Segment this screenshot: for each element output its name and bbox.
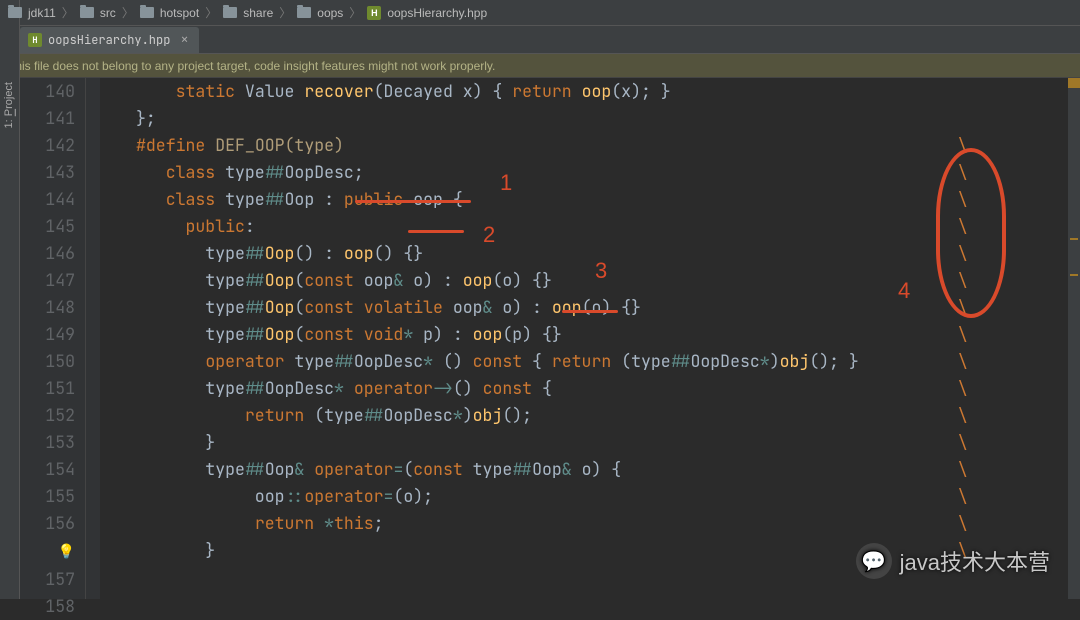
line-number[interactable]: 152	[20, 402, 75, 429]
code-line[interactable]: type##Oop(const void* p) : oop(p) {} \	[136, 321, 1080, 348]
line-number[interactable]: 145	[20, 213, 75, 240]
tab-filename: oopsHierarchy.hpp	[48, 32, 170, 48]
breadcrumb-item[interactable]: jdk11	[28, 6, 56, 20]
line-number[interactable]: 149	[20, 321, 75, 348]
annotation-underline-1	[355, 200, 471, 203]
breadcrumb-separator: 〉	[122, 4, 134, 21]
line-continuation: \	[958, 377, 968, 399]
watermark-text: java技术大本营	[900, 545, 1050, 577]
code-line[interactable]: #define DEF_OOP(type) \	[136, 132, 1080, 159]
annotation-underline-2	[408, 230, 464, 233]
folder-icon	[80, 7, 94, 18]
wechat-icon: 💬	[856, 543, 892, 579]
line-continuation: \	[958, 485, 968, 507]
line-number[interactable]: 142	[20, 132, 75, 159]
annotation-underline-3	[562, 310, 618, 313]
folder-icon	[223, 7, 237, 18]
editor-tabs: oopsHierarchy.hpp ×	[0, 26, 1080, 54]
code-line[interactable]: class type##OopDesc; \	[136, 159, 1080, 186]
code-line[interactable]: } \	[136, 429, 1080, 456]
code-line[interactable]: type##Oop(const volatile oop& o) : oop(o…	[136, 294, 1080, 321]
hpp-file-icon	[28, 33, 42, 47]
line-number[interactable]: 140	[20, 78, 75, 105]
line-number[interactable]: 148	[20, 294, 75, 321]
line-continuation: \	[958, 512, 968, 534]
breadcrumb-item[interactable]: src	[100, 6, 116, 20]
breadcrumb-item[interactable]: oops	[317, 6, 343, 20]
close-tab-icon[interactable]: ×	[180, 31, 188, 49]
editor-tab[interactable]: oopsHierarchy.hpp ×	[20, 27, 199, 53]
line-continuation: \	[958, 458, 968, 480]
line-number-gutter: 1401411421431441451461471481491501511521…	[20, 78, 86, 599]
line-number[interactable]: 143	[20, 159, 75, 186]
code-line[interactable]: return *this; \	[136, 510, 1080, 537]
breadcrumbs: jdk11 〉 src 〉 hotspot 〉 share 〉 oops 〉 oopsHierarc…	[0, 0, 1080, 26]
line-continuation: \	[958, 350, 968, 372]
line-number[interactable]: 151	[20, 375, 75, 402]
watermark: 💬 java技术大本营	[856, 543, 1050, 579]
line-number[interactable]: 146	[20, 240, 75, 267]
line-number[interactable]: 144	[20, 186, 75, 213]
line-number[interactable]: 141	[20, 105, 75, 132]
line-number[interactable]: 158	[20, 593, 75, 620]
error-stripe[interactable]	[1068, 78, 1080, 599]
line-continuation: \	[958, 431, 968, 453]
code-line[interactable]: type##OopDesc* operator->() const { \	[136, 375, 1080, 402]
line-number[interactable]: 147	[20, 267, 75, 294]
breadcrumb-item[interactable]: hotspot	[160, 6, 199, 20]
code-editor[interactable]: 1401411421431441451461471481491501511521…	[20, 78, 1080, 599]
breadcrumb-separator: 〉	[205, 4, 217, 21]
stripe-mark[interactable]	[1070, 274, 1078, 276]
line-continuation: \	[958, 323, 968, 345]
folder-icon	[8, 7, 22, 18]
breadcrumb-item[interactable]: oopsHierarchy.hpp	[387, 6, 487, 20]
line-number[interactable]: 155	[20, 483, 75, 510]
stripe-mark[interactable]	[1070, 238, 1078, 240]
code-line[interactable]: oop::operator=(o); \	[136, 483, 1080, 510]
code-area[interactable]: static Value recover(Decayed x) { return…	[136, 78, 1080, 599]
code-line[interactable]: type##Oop& operator=(const type##Oop& o)…	[136, 456, 1080, 483]
fold-column	[86, 78, 100, 599]
line-number[interactable]: 153	[20, 429, 75, 456]
folder-icon	[297, 7, 311, 18]
line-number[interactable]: 154	[20, 456, 75, 483]
line-continuation: \	[958, 404, 968, 426]
warning-banner: This file does not belong to any project…	[0, 54, 1080, 78]
line-number[interactable]: 156	[20, 510, 75, 537]
hpp-file-icon	[367, 6, 381, 20]
code-line[interactable]: return (type##OopDesc*)obj(); \	[136, 402, 1080, 429]
indent-margin	[100, 78, 136, 599]
line-number[interactable]: 💡 157	[20, 537, 75, 593]
folder-icon	[140, 7, 154, 18]
code-line[interactable]: operator type##OopDesc* () const { retur…	[136, 348, 1080, 375]
breadcrumb-separator: 〉	[349, 4, 361, 21]
annotation-circle-4	[936, 148, 1006, 318]
analysis-warning-icon	[1068, 78, 1080, 88]
project-tool-window-tab[interactable]: 1: Project	[0, 0, 20, 599]
breadcrumb-item[interactable]: share	[243, 6, 273, 20]
breadcrumb-separator: 〉	[279, 4, 291, 21]
breadcrumb-separator: 〉	[62, 4, 74, 21]
code-line[interactable]: static Value recover(Decayed x) { return…	[136, 78, 1080, 105]
code-line[interactable]: };	[136, 105, 1080, 132]
line-number[interactable]: 150	[20, 348, 75, 375]
project-tab-label: 1: Project	[3, 82, 15, 128]
